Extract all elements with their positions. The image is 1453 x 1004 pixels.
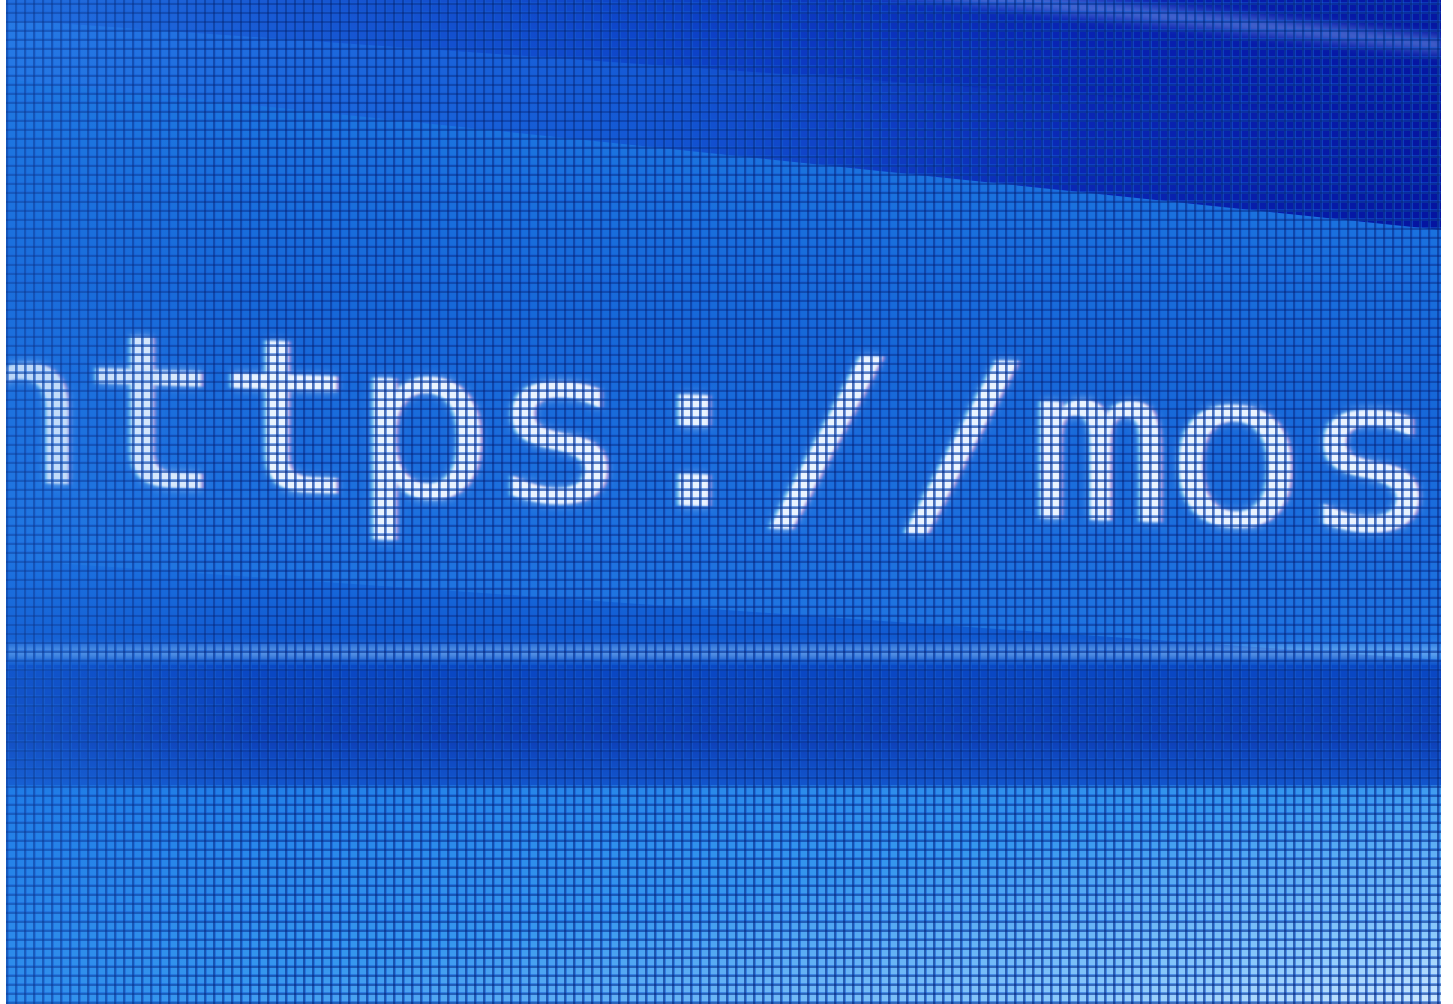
address-bar-bottom-edge xyxy=(6,640,1441,664)
lower-page-area xyxy=(6,785,1441,1004)
photo: https://mospat.ru xyxy=(6,0,1441,1004)
dark-divider-stripe xyxy=(6,665,1441,785)
